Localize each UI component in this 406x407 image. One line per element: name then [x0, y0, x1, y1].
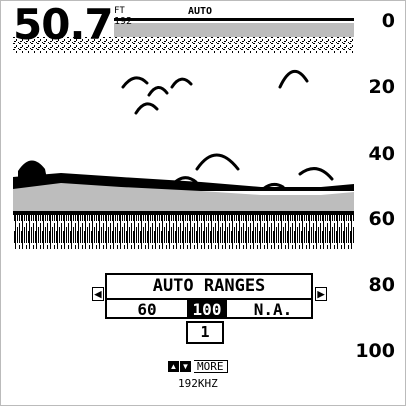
depth-readout: 50.7	[13, 0, 114, 49]
more-label: MORE	[194, 360, 228, 373]
fish-arches	[121, 70, 334, 191]
range-option[interactable]: N.A.	[247, 300, 299, 319]
auto-ranges-menu: ◀ AUTO RANGES 60 100 N.A. ▶	[92, 273, 327, 321]
ranges-box: AUTO RANGES 60 100 N.A.	[105, 273, 313, 319]
right-arrow-icon[interactable]: ▶	[315, 287, 327, 301]
more-control[interactable]: ▲ ▼ MORE	[168, 359, 228, 374]
depth-scale-label: 100	[355, 340, 395, 362]
sonar-display	[13, 18, 354, 249]
menu-title: AUTO RANGES	[152, 276, 266, 296]
depth-scale-label: 40	[368, 143, 395, 165]
sonar-screen: 50.7 FT 192 AUTO 0 20 40 60 80 100 ◀ AUT…	[0, 0, 406, 406]
depth-scale-label: 0	[381, 10, 395, 32]
depth-scale-label: 80	[368, 274, 395, 296]
depth-scale-label: 20	[368, 76, 395, 98]
range-option[interactable]: 60	[127, 300, 167, 319]
range-mode-label: AUTO	[188, 6, 213, 17]
frequency-code: 192	[114, 16, 133, 27]
range-sub-value[interactable]: 1	[186, 321, 224, 344]
depth-scale-label: 60	[368, 208, 395, 230]
frequency-label: 192KHZ	[178, 377, 218, 390]
up-arrow-icon[interactable]: ▲	[168, 361, 179, 372]
range-option-selected[interactable]: 100	[187, 300, 227, 319]
down-arrow-icon[interactable]: ▼	[180, 361, 191, 372]
left-arrow-icon[interactable]: ◀	[92, 287, 104, 301]
depth-unit: FT	[114, 6, 125, 16]
